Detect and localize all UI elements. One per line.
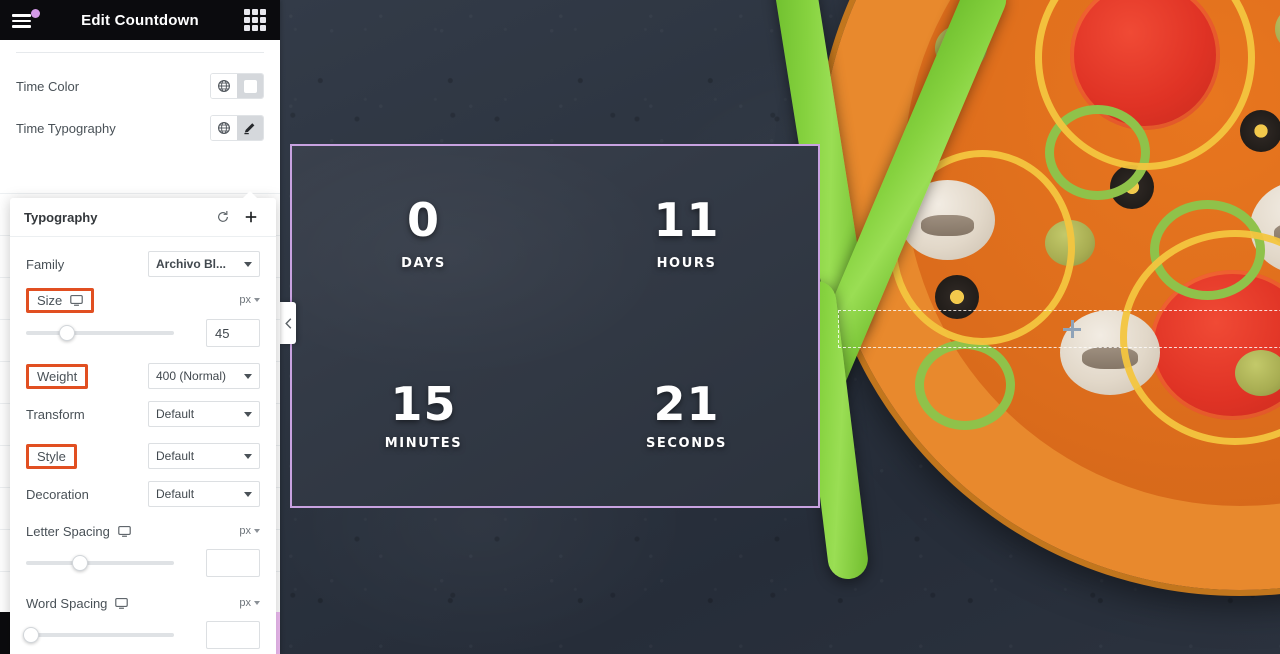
color-swatch-button[interactable] (237, 74, 263, 98)
plus-icon[interactable] (238, 206, 264, 228)
popover-arrow (242, 191, 258, 199)
letter-spacing-slider-row (26, 549, 260, 577)
letter-spacing-input[interactable] (206, 549, 260, 577)
globe-glyph (218, 122, 230, 134)
field-label: Weight (37, 368, 78, 384)
field-style: Style Default (26, 439, 260, 473)
unit-label: px (239, 597, 251, 609)
field-label: Style (37, 448, 66, 464)
decoration-value: Default (156, 487, 195, 501)
style-label-highlight: Style (26, 443, 77, 469)
field-size: Size px (26, 285, 260, 315)
color-swatch (242, 78, 258, 94)
notification-dot (31, 9, 40, 18)
grid-apps-icon[interactable] (244, 9, 266, 31)
word-spacing-input[interactable] (206, 621, 260, 649)
size-label-highlight: Size (26, 287, 95, 313)
pencil-icon[interactable] (237, 116, 263, 140)
popover-header: Typography (10, 198, 276, 237)
size-slider[interactable] (26, 325, 174, 341)
family-value: Archivo Bl... (156, 257, 227, 271)
field-label: Size (37, 292, 63, 308)
style-value: Default (156, 449, 195, 463)
unit-label: px (239, 525, 251, 537)
reset-glyph (218, 211, 228, 222)
chevron-down-icon (244, 261, 252, 267)
slider-knob[interactable] (71, 555, 88, 571)
word-spacing-unit-selector[interactable]: px (239, 597, 260, 609)
letter-spacing-label: Letter Spacing (26, 524, 131, 539)
family-select[interactable]: Archivo Bl... (148, 251, 260, 277)
panel-body: Time Color Time Typography Typography Fa… (0, 52, 280, 654)
word-spacing-label: Word Spacing (26, 595, 129, 611)
style-select[interactable]: Default (148, 443, 260, 469)
control-row-time-typography[interactable]: Time Typography (0, 107, 280, 149)
desktop-icon[interactable] (118, 525, 131, 538)
field-label: Decoration (26, 486, 89, 502)
chevron-down-icon (254, 298, 260, 302)
reset-icon[interactable] (210, 206, 236, 228)
letter-spacing-slider[interactable] (26, 555, 174, 571)
empty-widget-dropzone[interactable] (838, 310, 1280, 348)
field-label: Word Spacing (26, 595, 108, 611)
slider-knob[interactable] (58, 325, 75, 341)
control-row-time-color[interactable]: Time Color (0, 65, 280, 107)
globe-icon[interactable] (211, 116, 237, 140)
field-decoration: Decoration Default (26, 477, 260, 511)
control-label: Time Color (16, 78, 80, 94)
chevron-down-icon (244, 373, 252, 379)
field-family: Family Archivo Bl... (26, 247, 260, 281)
weight-select[interactable]: 400 (Normal) (148, 363, 260, 389)
size-slider-row: 45 (26, 319, 260, 347)
unit-label: px (239, 294, 251, 306)
size-input[interactable]: 45 (206, 319, 260, 347)
word-spacing-slider-row (23, 621, 260, 649)
panel-collapse-handle[interactable] (280, 302, 296, 344)
editor-canvas[interactable]: 0 DAYS 11 HOURS 15 MINUTES 21 SECONDS (280, 0, 1280, 654)
word-spacing-slider[interactable] (23, 627, 174, 643)
chevron-down-icon (254, 529, 260, 533)
field-label: Family (26, 256, 65, 272)
transform-value: Default (156, 407, 195, 421)
field-transform: Transform Default (26, 397, 260, 431)
typography-popover[interactable]: Typography Family Archivo Bl... Size px … (10, 191, 276, 654)
chevron-left-icon (284, 317, 291, 329)
hamburger-menu-icon[interactable] (10, 7, 40, 33)
letter-spacing-unit-selector[interactable]: px (239, 525, 260, 537)
divider (16, 52, 264, 53)
weight-label-highlight: Weight (26, 363, 89, 389)
panel-header: Edit Countdown (0, 0, 280, 40)
desktop-icon[interactable] (70, 294, 84, 307)
size-unit-selector[interactable]: px (239, 294, 260, 306)
field-label: Letter Spacing (26, 523, 110, 539)
editor-sidebar-panel[interactable]: Edit Countdown Time Color Time Typograph… (0, 0, 280, 654)
desktop-icon[interactable] (115, 597, 129, 610)
decoration-select[interactable]: Default (148, 481, 260, 507)
weight-value: 400 (Normal) (156, 369, 227, 383)
pencil-glyph (244, 123, 255, 135)
canvas-background: 0 DAYS 11 HOURS 15 MINUTES 21 SECONDS (280, 0, 1280, 654)
field-letter-spacing: Letter Spacing px (26, 517, 260, 545)
field-word-spacing: Word Spacing px (26, 589, 260, 617)
chevron-down-icon (244, 453, 252, 459)
popover-title: Typography (24, 209, 98, 225)
chevron-down-icon (254, 601, 260, 605)
globe-icon[interactable] (211, 74, 237, 98)
plus-glyph (245, 211, 257, 223)
chevron-down-icon (244, 411, 252, 417)
popover-body: Family Archivo Bl... Size px 45 Weight 4… (10, 237, 276, 654)
control-label: Time Typography (16, 120, 116, 136)
field-label: Transform (26, 406, 85, 422)
transform-select[interactable]: Default (148, 401, 260, 427)
plus-marker-icon (1063, 320, 1081, 338)
page-title: Edit Countdown (81, 11, 199, 29)
globe-glyph (218, 80, 230, 92)
slider-knob[interactable] (23, 627, 40, 643)
field-weight: Weight 400 (Normal) (26, 359, 260, 393)
chevron-down-icon (244, 491, 252, 497)
